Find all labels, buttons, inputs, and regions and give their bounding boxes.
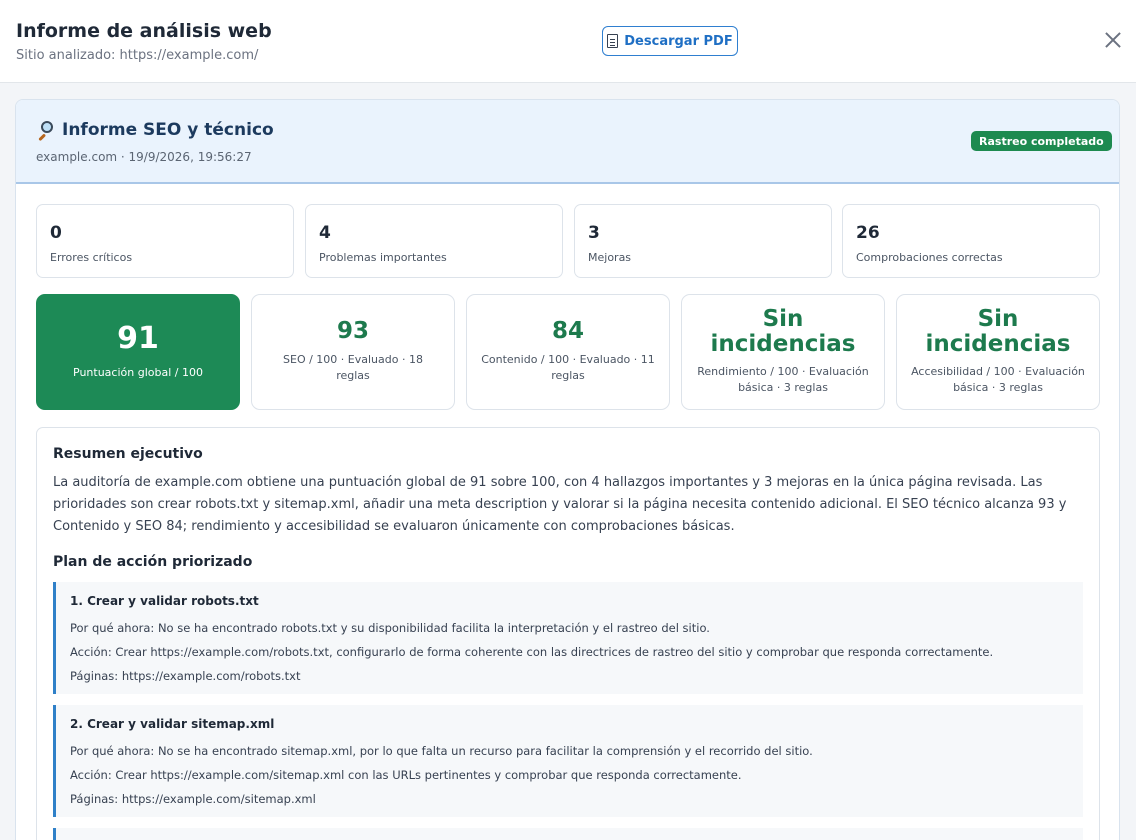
plan-heading: Plan de acción priorizado	[53, 554, 253, 570]
count-card-improvements: 3 Mejoras	[574, 204, 832, 278]
count-label: Problemas importantes	[319, 251, 447, 264]
score-label: Rendimiento / 100 · Evaluación básica · …	[697, 364, 869, 395]
action-item: 1. Crear y validar robots.txt Por qué ah…	[53, 582, 1083, 694]
count-label: Errores críticos	[50, 251, 133, 264]
score-card-seo: 93 SEO / 100 · Evaluado · 18 reglas	[251, 294, 455, 410]
close-icon[interactable]	[1100, 27, 1126, 53]
action-pages: Páginas: https://example.com/robots.txt	[70, 669, 301, 683]
score-label: SEO / 100 · Evaluado · 18 reglas	[283, 352, 423, 383]
action-title: 1. Crear y validar robots.txt	[70, 594, 259, 608]
action-pages: Páginas: https://example.com/sitemap.xml	[70, 792, 316, 806]
action-title: 2. Crear y validar sitemap.xml	[70, 717, 275, 731]
action-item: 2. Crear y validar sitemap.xml Por qué a…	[53, 705, 1083, 817]
status-badge: Rastreo completado	[971, 131, 1112, 151]
score-card-content: 84 Contenido / 100 · Evaluado · 11 regla…	[466, 294, 670, 410]
score-card-accessibility: Sin incidencias Accesibilidad / 100 · Ev…	[896, 294, 1100, 410]
action-item	[53, 828, 1083, 840]
score-value: 84	[551, 318, 584, 345]
action-why: Por qué ahora: No se ha encontrado sitem…	[70, 744, 813, 758]
score-value: 93	[336, 318, 369, 345]
count-card-important: 4 Problemas importantes	[305, 204, 563, 278]
score-value: 91	[117, 321, 159, 356]
analyzed-site: Sitio analizado: https://example.com/	[16, 48, 259, 63]
score-value: Sin incidencias	[925, 306, 1071, 357]
action-description: Acción: Crear https://example.com/robots…	[70, 645, 994, 659]
magnifier-icon	[36, 120, 56, 142]
document-icon	[607, 34, 619, 48]
page-title: Informe de análisis web	[16, 20, 272, 42]
score-label: Contenido / 100 · Evaluado · 11 reglas	[481, 352, 655, 383]
score-label: Puntuación global / 100	[73, 365, 203, 379]
count-card-passed: 26 Comprobaciones correctas	[842, 204, 1100, 278]
score-card-global: 91 Puntuación global / 100	[36, 294, 240, 410]
score-value: Sin incidencias	[710, 306, 856, 357]
report-panel: Informe SEO y técnico example.com · 19/9…	[15, 99, 1120, 840]
count-label: Comprobaciones correctas	[856, 251, 1003, 264]
executive-summary: Resumen ejecutivo La auditoría de exampl…	[36, 427, 1100, 840]
count-value: 3	[588, 223, 600, 243]
action-why: Por qué ahora: No se ha encontrado robot…	[70, 621, 710, 635]
report-meta: example.com · 19/9/2026, 19:56:27	[36, 150, 252, 164]
download-pdf-label: Descargar PDF	[624, 33, 733, 49]
score-label: Accesibilidad / 100 · Evaluación básica …	[911, 364, 1085, 395]
summary-text: La auditoría de example.com obtiene una …	[53, 475, 1067, 534]
action-description: Acción: Crear https://example.com/sitema…	[70, 768, 742, 782]
summary-heading: Resumen ejecutivo	[53, 446, 203, 462]
count-value: 0	[50, 223, 62, 243]
download-pdf-button[interactable]: Descargar PDF	[602, 26, 738, 56]
report-header: Informe SEO y técnico example.com · 19/9…	[16, 100, 1119, 184]
modal-header: Informe de análisis web Sitio analizado:…	[0, 0, 1136, 83]
count-label: Mejoras	[588, 251, 632, 264]
score-card-performance: Sin incidencias Rendimiento / 100 · Eval…	[681, 294, 885, 410]
report-scroll-area[interactable]: Informe SEO y técnico example.com · 19/9…	[0, 83, 1136, 840]
report-title: Informe SEO y técnico	[62, 120, 274, 140]
count-value: 4	[319, 223, 331, 243]
count-value: 26	[856, 223, 880, 243]
count-card-critical: 0 Errores críticos	[36, 204, 294, 278]
